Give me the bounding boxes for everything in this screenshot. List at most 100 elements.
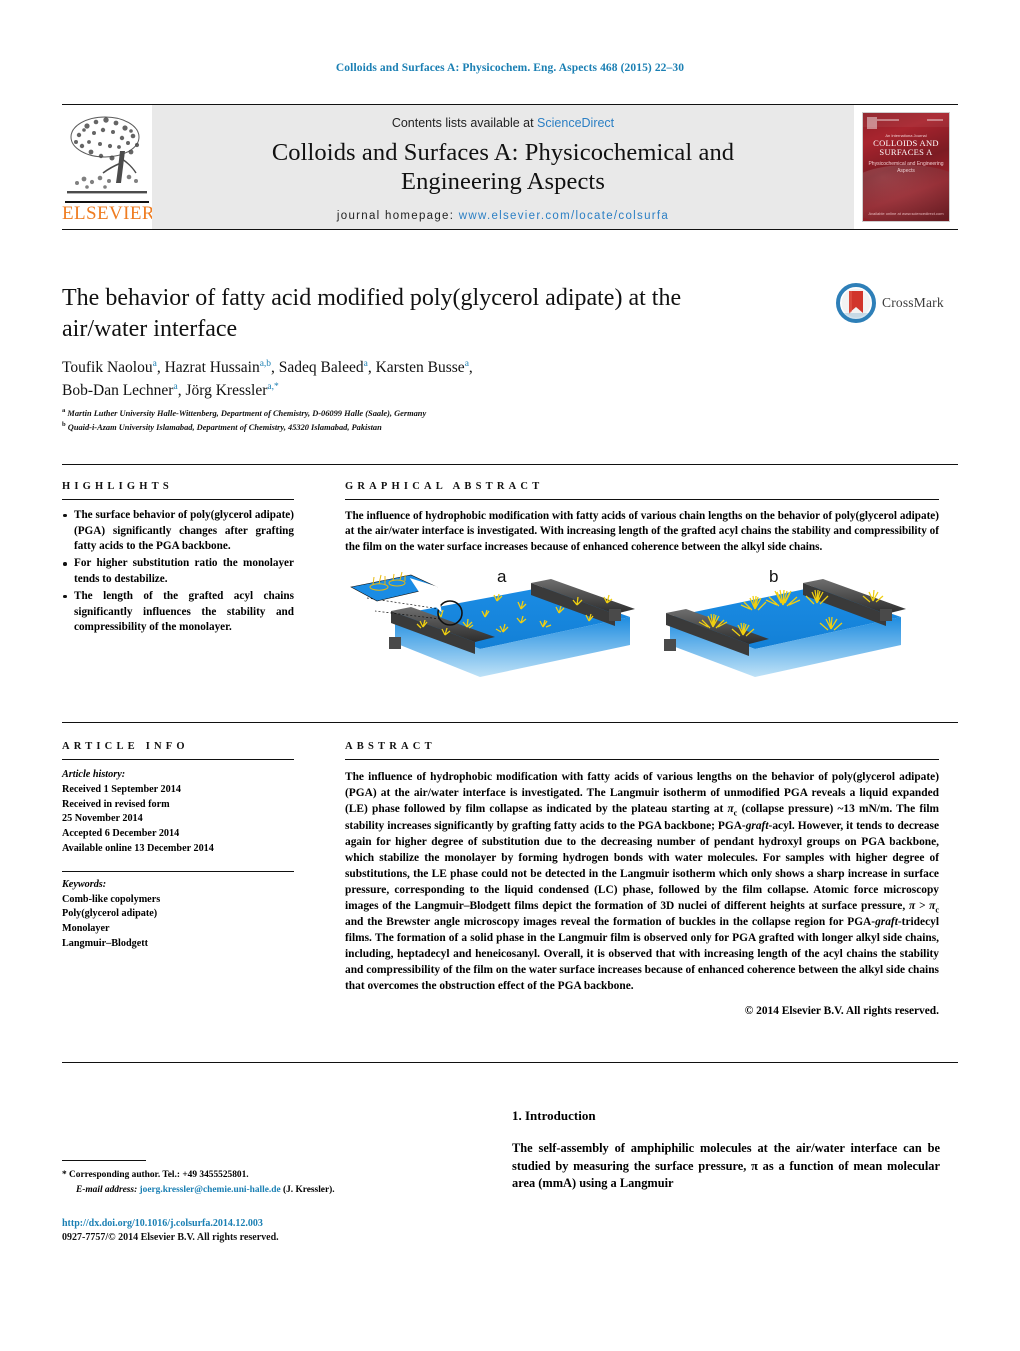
cover-title-line2: SURFACES A: [879, 146, 933, 157]
author-list: Toufik Naoloua, Hazrat Hussaina,b, Sadeq…: [62, 358, 473, 400]
elsevier-wordmark: ELSEVIER: [62, 203, 155, 224]
trough-panel-b: [664, 578, 906, 677]
keywords-label: Keywords:: [62, 878, 107, 890]
abstract-part4: and the Brewster angle microscopy images…: [345, 916, 876, 929]
crossmark-badge[interactable]: CrossMark: [836, 281, 956, 325]
affiliation-mark: b: [62, 421, 66, 429]
affiliation-mark: a: [62, 407, 66, 414]
article-history: Article history: Received 1 September 20…: [62, 768, 294, 857]
journal-title: Colloids and Surfaces A: Physicochemical…: [272, 139, 734, 197]
footnote-rule: [62, 1160, 146, 1162]
homepage-url[interactable]: www.elsevier.com/locate/colsurfa: [459, 210, 669, 222]
graphical-abstract-figure: a b: [345, 564, 939, 693]
pi-subscript: c: [935, 904, 940, 914]
highlights-heading: HIGHLIGHTS: [62, 481, 173, 492]
affiliation-text: Quaid-i-Azam University Islamabad, Depar…: [67, 423, 382, 433]
article-info-heading: ARTICLE INFO: [62, 741, 189, 752]
author-name: Hazrat Hussain: [164, 359, 260, 376]
doi-link[interactable]: http://dx.doi.org/10.1016/j.colsurfa.201…: [62, 1218, 263, 1229]
author-name: Sadeq Baleed: [278, 359, 364, 376]
graphical-abstract-text: The influence of hydrophobic modificatio…: [345, 510, 939, 553]
article-history-label: Article history:: [62, 769, 126, 781]
abstract-copyright: © 2014 Elsevier B.V. All rights reserved…: [744, 1005, 939, 1018]
abstract-text: The influence of hydrophobic modificatio…: [345, 770, 939, 995]
panel-a-label: a: [497, 566, 507, 586]
email-label: E-mail address:: [76, 1184, 138, 1195]
sciencedirect-link[interactable]: ScienceDirect: [537, 116, 614, 130]
keyword-item: Comb-like copolymers: [62, 893, 161, 905]
list-item: For higher substitution ratio the monola…: [62, 556, 294, 587]
keywords-block: Keywords: Comb-like copolymers Poly(glyc…: [62, 878, 294, 952]
author-name: Bob-Dan Lechner: [62, 382, 174, 400]
history-item: Accepted 6 December 2014: [62, 828, 180, 840]
keyword-item: Monolayer: [62, 923, 110, 935]
journal-title-line2: Engineering Aspects: [401, 167, 605, 195]
author-mark: a: [152, 358, 157, 369]
history-item: 25 November 2014: [62, 813, 143, 825]
abstract-heading: ABSTRACT: [345, 741, 436, 752]
abstract-rule: [345, 759, 939, 761]
article-info-section: ARTICLE INFO Article history: Received 1…: [62, 741, 294, 952]
author-mark: a: [464, 358, 469, 369]
journal-cover-block: An Internationa Journal COLLOIDS AND SUR…: [854, 105, 958, 229]
email-link[interactable]: joerg.kressler@chemie.uni-halle.de: [140, 1185, 281, 1195]
pi-greater-pi: π > π: [908, 899, 936, 912]
cover-line-right: [927, 119, 943, 121]
band-rule-middle: [62, 722, 958, 724]
homepage-prefix: journal homepage:: [336, 209, 455, 222]
keyword-item: Langmuir–Blodgett: [62, 938, 149, 949]
band-rule-bottom: [62, 1062, 958, 1064]
author-mark: a: [173, 382, 178, 393]
graphical-abstract-rule: [345, 499, 939, 501]
history-item: Available online 13 December 2014: [62, 843, 214, 854]
page-title: The behavior of fatty acid modified poly…: [62, 285, 682, 342]
contents-prefix: Contents lists available at: [391, 116, 538, 130]
band-rule-top: [62, 464, 958, 466]
panel-b-label: b: [769, 566, 779, 586]
keyword-item: Poly(glycerol adipate): [62, 908, 158, 920]
issn-copyright: 0927-7757/© 2014 Elsevier B.V. All right…: [62, 1232, 279, 1243]
graphical-abstract-section: GRAPHICAL ABSTRACT The influence of hydr…: [345, 481, 939, 693]
cover-elsevier-mark: [867, 117, 877, 129]
masthead-center: Contents lists available at ScienceDirec…: [152, 105, 854, 229]
highlights-section: HIGHLIGHTS The surface behavior of poly(…: [62, 481, 294, 636]
list-item: The length of the grafted acyl chains si…: [62, 589, 294, 635]
graphical-abstract-heading: GRAPHICAL ABSTRACT: [345, 481, 544, 492]
running-head: Colloids and Surfaces A: Physicochem. En…: [335, 62, 685, 74]
trough-panel-a: [350, 571, 635, 677]
history-item: Received 1 September 2014: [62, 783, 181, 795]
affiliation-text: Martin Luther University Halle-Wittenber…: [67, 408, 427, 418]
affiliation-list: a Martin Luther University Halle-Wittenb…: [62, 406, 762, 435]
cover-title: COLLOIDS AND SURFACES A: [863, 139, 949, 157]
abstract-section: ABSTRACT The influence of hydrophobic mo…: [345, 741, 939, 1017]
author-name: Jörg Kressler: [185, 382, 268, 400]
cover-footer: Available online at www.sciencedirect.co…: [868, 211, 944, 216]
highlights-list: The surface behavior of poly(glycerol ad…: [62, 508, 294, 636]
author-mark: a,b: [259, 358, 272, 369]
highlights-rule: [62, 499, 294, 501]
elsevier-logo-block: ELSEVIER: [62, 105, 155, 229]
author-mark: a: [363, 358, 368, 369]
graft-italic: graft: [875, 916, 898, 929]
crossmark-label: CrossMark: [882, 295, 944, 310]
journal-cover-image: An Internationa Journal COLLOIDS AND SUR…: [862, 112, 950, 222]
journal-homepage-line: journal homepage: www.elsevier.com/locat…: [337, 210, 669, 222]
cover-line-left: [877, 119, 899, 121]
author-name: Toufik Naolou: [62, 359, 153, 376]
abstract-part3: -acyl. However, it tends to decrease aga…: [345, 819, 940, 912]
footnote-block: * Corresponding author. Tel.: +49 345552…: [62, 1168, 462, 1197]
contents-line: Contents lists available at ScienceDirec…: [392, 116, 614, 130]
keywords-rule: [62, 870, 294, 872]
crossmark-icon: [836, 283, 876, 323]
corresponding-author-note: * Corresponding author. Tel.: +49 345552…: [62, 1170, 249, 1180]
journal-title-line1: Colloids and Surfaces A: Physicochemical…: [271, 139, 735, 166]
email-suffix: (J. Kressler).: [282, 1184, 335, 1195]
introduction-heading: 1. Introduction: [512, 1108, 596, 1123]
article-info-rule: [62, 759, 294, 761]
author-name: Karsten Busse: [375, 359, 465, 376]
journal-masthead: ELSEVIER Contents lists available at Sci…: [62, 104, 958, 230]
graft-italic: graft: [745, 819, 769, 832]
elsevier-tree-icon: [65, 111, 149, 203]
list-item: The surface behavior of poly(glycerol ad…: [62, 508, 294, 554]
history-item: Received in revised form: [62, 798, 170, 810]
